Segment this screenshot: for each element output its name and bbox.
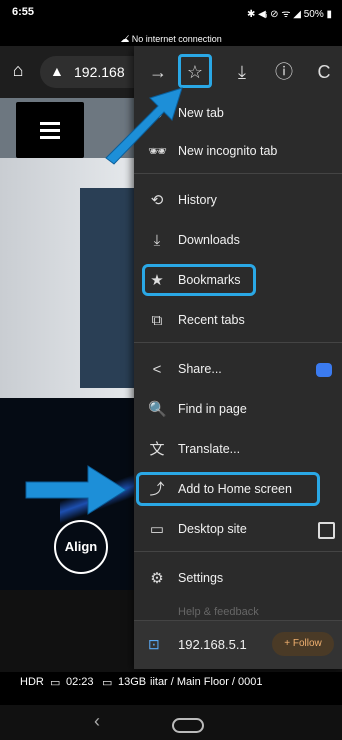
downloads-icon: ⤓ xyxy=(153,232,161,249)
menu-item-share[interactable]: < Share... xyxy=(134,352,342,388)
follow-button[interactable]: + Follow xyxy=(272,632,334,656)
download-icon[interactable]: ⤓ xyxy=(230,60,254,84)
hamburger-line xyxy=(40,136,60,139)
storage-text: 13GB xyxy=(118,676,147,688)
menu-item-recent-tabs[interactable]: ⧉ Recent tabs xyxy=(134,303,342,339)
no-internet-text: ☁̸ No internet connection xyxy=(120,34,222,44)
pointer-arrow xyxy=(25,465,127,515)
history-icon: ⟲ xyxy=(150,192,164,209)
system-nav-bar: ‹ xyxy=(0,705,342,740)
recent-tabs-icon: ⧉ xyxy=(151,312,163,329)
menu-footer: ⊡ 192.168.5.1 + Follow xyxy=(134,620,342,669)
menu-item-label: Recent tabs xyxy=(178,313,245,327)
menu-item-label: Desktop site xyxy=(178,522,247,536)
menu-item-help-faded[interactable]: Help & feedback xyxy=(178,606,259,618)
menu-item-label: History xyxy=(178,193,217,207)
menu-item-settings[interactable]: ⚙ Settings xyxy=(134,561,342,597)
menu-item-find-in-page[interactable]: 🔍 Find in page xyxy=(134,392,342,428)
reload-icon[interactable]: C xyxy=(312,60,336,84)
menu-item-downloads[interactable]: ⤓ Downloads xyxy=(134,223,342,259)
home-pill[interactable] xyxy=(172,718,204,733)
divider xyxy=(134,342,342,343)
find-icon: 🔍 xyxy=(148,401,167,418)
divider xyxy=(134,551,342,552)
footer-url: 192.168.5.1 xyxy=(178,637,247,652)
back-icon[interactable]: ‹ xyxy=(94,711,100,732)
bookmarks-highlight xyxy=(142,264,256,296)
clock: 6:55 xyxy=(12,6,35,18)
menu-item-label: New incognito tab xyxy=(178,144,278,158)
translate-icon: 文 xyxy=(149,441,165,458)
menu-item-label: Downloads xyxy=(178,233,240,247)
menu-item-label: Translate... xyxy=(178,442,241,456)
warning-icon: ▲ xyxy=(50,63,64,79)
info-icon[interactable]: ⓘ xyxy=(272,60,296,84)
menu-item-translate[interactable]: 文 Translate... xyxy=(134,432,342,468)
menu-item-label: Share... xyxy=(178,362,222,376)
desktop-icon: ▭ xyxy=(149,521,165,538)
pointer-arrow xyxy=(105,87,183,165)
desktop-site-checkbox[interactable] xyxy=(318,522,335,539)
status-icons: ✱ ◀ᵢ ⊘ ᯤ ◢ 50% ▮ xyxy=(246,9,332,20)
status-bar: 6:55 ✱ ◀ᵢ ⊘ ᯤ ◢ 50% ▮ xyxy=(0,0,342,26)
storage-icon: ▭ xyxy=(102,677,113,689)
menu-item-label: Find in page xyxy=(178,402,247,416)
settings-icon: ⚙ xyxy=(150,570,164,587)
share-icon: < xyxy=(152,361,162,378)
site-icon: ⊡ xyxy=(148,636,160,652)
capture-status-bar: HDR ▭ 02:23 ▭ 13GB iitar / Main Floor / … xyxy=(0,672,342,692)
add-to-home-highlight xyxy=(136,472,320,506)
battery-icon: ▭ xyxy=(50,677,61,689)
menu-item-history[interactable]: ⟲ History xyxy=(134,183,342,219)
hamburger-line xyxy=(40,122,60,125)
home-icon[interactable]: ⌂ xyxy=(6,60,30,84)
menu-item-desktop-site[interactable]: ▭ Desktop site xyxy=(134,512,342,548)
share-app-icon xyxy=(316,363,332,377)
cloud-off-icon: ☁̸ xyxy=(120,34,130,44)
divider xyxy=(134,173,342,174)
menu-item-label: Settings xyxy=(178,571,224,585)
battery-time: 02:23 xyxy=(66,676,94,688)
hdr-label: HDR xyxy=(20,676,44,688)
hamburger-line xyxy=(40,129,60,132)
floor-path: iitar / Main Floor / 0001 xyxy=(150,676,263,688)
no-internet-banner: ☁̸ No internet connection xyxy=(0,26,342,46)
hamburger-menu-button[interactable] xyxy=(16,102,84,158)
align-button[interactable]: Align xyxy=(54,520,108,574)
